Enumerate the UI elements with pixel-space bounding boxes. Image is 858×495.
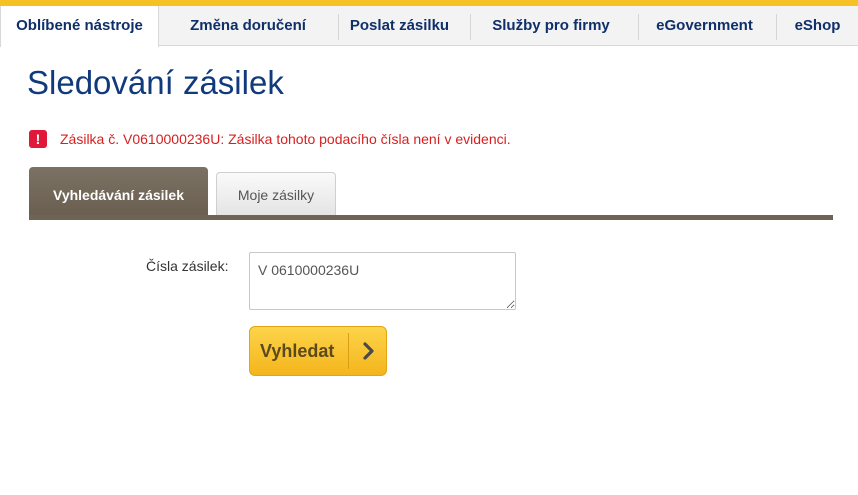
error-message: Zásilka č. V0610000236U: Zásilka tohoto …	[60, 131, 511, 147]
nav-tab-egovernment[interactable]: eGovernment	[639, 6, 770, 46]
search-button-label: Vyhledat	[260, 341, 335, 361]
tab-shipment-search[interactable]: Vyhledávání zásilek	[29, 167, 208, 215]
nav-tab-eshop[interactable]: eShop	[777, 6, 858, 46]
top-navigation: Oblíbené nástroje Změna doručení Poslat …	[0, 0, 858, 47]
exclamation-icon: !	[29, 130, 47, 148]
shipment-numbers-input[interactable]	[249, 252, 516, 310]
shipment-numbers-label: Čísla zásilek:	[146, 258, 229, 274]
chevron-right-icon	[363, 342, 374, 360]
nav-tab-favorite-tools[interactable]: Oblíbené nástroje	[0, 6, 159, 47]
nav-tab-change-delivery[interactable]: Změna doručení	[158, 6, 338, 46]
nav-tab-business-services[interactable]: Služby pro firmy	[471, 6, 631, 46]
nav-tab-send-parcel[interactable]: Poslat zásilku	[339, 6, 460, 46]
tab-underline	[29, 215, 833, 220]
tab-my-shipments[interactable]: Moje zásilky	[216, 172, 336, 215]
page-title: Sledování zásilek	[27, 64, 284, 101]
button-divider	[348, 333, 349, 369]
search-button[interactable]: Vyhledat	[249, 326, 387, 376]
